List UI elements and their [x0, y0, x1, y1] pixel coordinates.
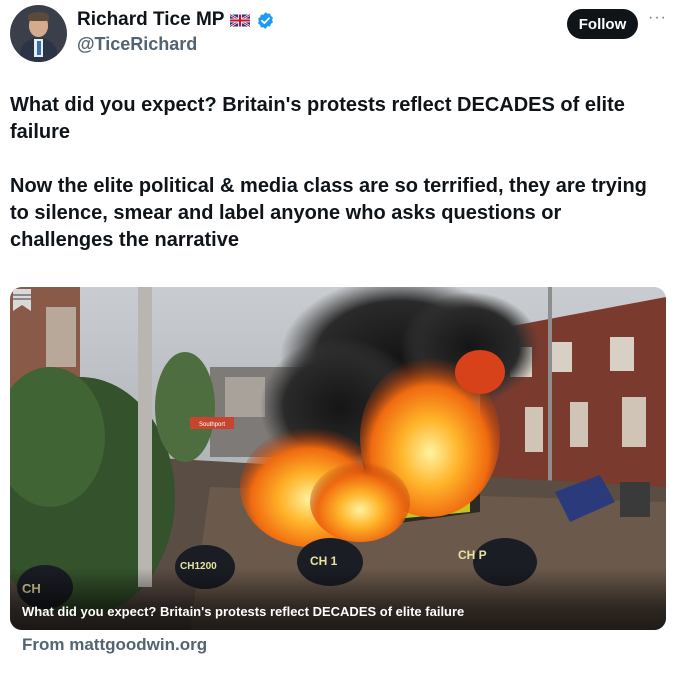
- link-card[interactable]: Southport CH CH1200 CH 1 CH P What did y…: [10, 287, 666, 630]
- helmet-right-text: CH P: [458, 548, 487, 562]
- follow-button[interactable]: Follow: [567, 9, 638, 39]
- author-display-name[interactable]: Richard Tice MP: [77, 9, 224, 31]
- more-options-icon[interactable]: ···: [648, 10, 666, 31]
- tweet-text: What did you expect? Britain's protests …: [10, 92, 660, 281]
- avatar[interactable]: [10, 5, 67, 62]
- tweet-paragraph-2: Now the elite political & media class ar…: [10, 175, 653, 251]
- author-name-row: Richard Tice MP: [77, 9, 275, 31]
- card-source-link[interactable]: From mattgoodwin.org: [22, 635, 207, 655]
- tweet-paragraph-1: What did you expect? Britain's protests …: [10, 94, 631, 143]
- card-caption-overlay: [10, 568, 666, 630]
- author-handle[interactable]: @TiceRichard: [77, 34, 197, 55]
- bookmark-icon[interactable]: [10, 287, 34, 313]
- road-sign-text: Southport: [199, 422, 225, 428]
- tweet-header: Richard Tice MP @TiceRichard Follow ···: [10, 5, 666, 65]
- card-caption: What did you expect? Britain's protests …: [22, 604, 465, 619]
- verified-badge-icon: [258, 11, 274, 29]
- helmet-mid-text: CH 1: [310, 554, 338, 568]
- uk-flag-icon: [230, 13, 251, 27]
